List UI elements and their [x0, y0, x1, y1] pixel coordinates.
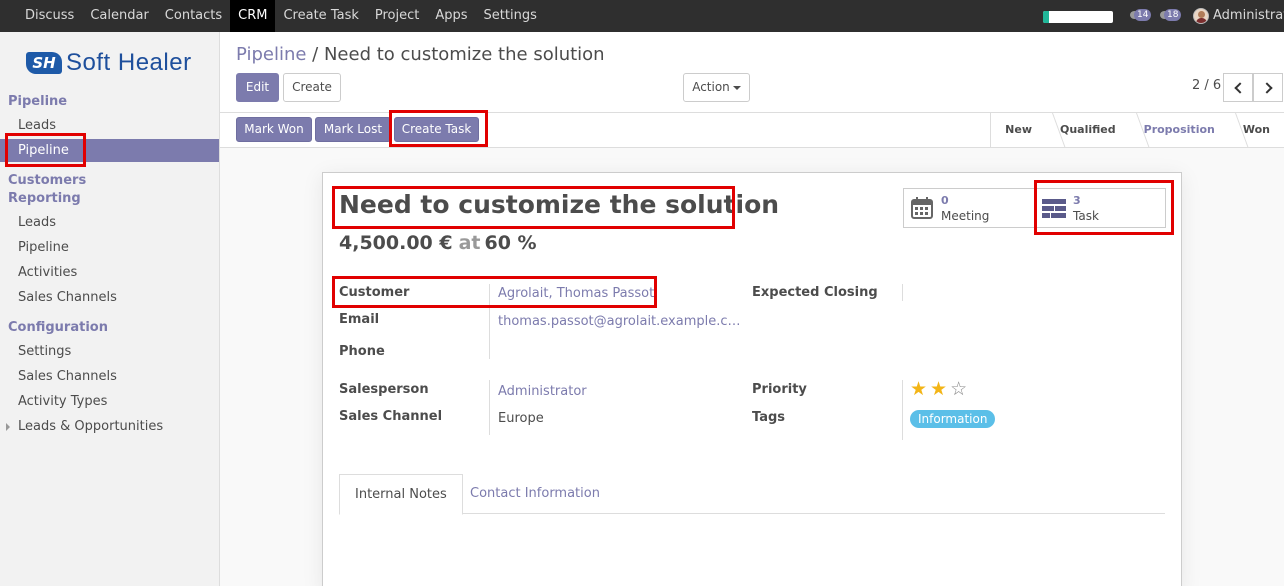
star-filled-icon[interactable]: ★ [910, 379, 927, 399]
activity-count-badge: 14 [1134, 9, 1152, 21]
menu-calendar[interactable]: Calendar [82, 0, 156, 32]
sidebar-item-leads[interactable]: Leads [0, 114, 219, 137]
menu-project[interactable]: Project [367, 0, 427, 32]
sidebar-item-sales-channels[interactable]: Sales Channels [0, 365, 219, 388]
tab-internal-notes[interactable]: Internal Notes [339, 474, 463, 515]
menu-crm[interactable]: CRM [230, 0, 276, 32]
onboarding-progress-bar[interactable] [1043, 11, 1113, 23]
user-avatar[interactable] [1193, 8, 1209, 24]
calendar-icon [911, 197, 933, 219]
menu-settings[interactable]: Settings [476, 0, 545, 32]
tasks-icon [1042, 199, 1066, 218]
create-task-button[interactable]: Create Task [394, 117, 479, 142]
logo-mark: SH [26, 52, 62, 74]
stage-new[interactable]: New [991, 113, 1046, 147]
priority-stars[interactable]: ★ ★ ☆ [910, 379, 967, 399]
user-menu[interactable]: Administrator [1213, 0, 1284, 32]
create-button[interactable]: Create [283, 73, 341, 102]
meeting-label: Meeting [941, 209, 990, 223]
sidebar-header-configuration[interactable]: Configuration [8, 320, 108, 335]
stage-qualified[interactable]: Qualified [1046, 113, 1130, 147]
sidebar-item-leads-opportunities[interactable]: Leads & Opportunities [0, 415, 219, 438]
field-divider [489, 380, 490, 435]
logo-text: Soft Healer [66, 49, 192, 76]
caret-right-icon [6, 423, 10, 431]
sidebar-item-report-sales-channels[interactable]: Sales Channels [0, 286, 219, 309]
sidebar-item-activity-types[interactable]: Activity Types [0, 390, 219, 413]
expected-revenue: 4,500.00 € at 60 % [339, 232, 537, 254]
sidebar-item-report-leads[interactable]: Leads [0, 211, 219, 234]
field-divider [902, 380, 903, 440]
star-empty-icon[interactable]: ☆ [950, 379, 967, 399]
probability-value: 60 % [484, 232, 537, 254]
pager-next-button[interactable] [1253, 73, 1283, 102]
breadcrumb-pipeline-link[interactable]: Pipeline [236, 44, 306, 65]
mark-lost-button[interactable]: Mark Lost [315, 117, 391, 142]
field-divider [902, 284, 903, 301]
stage-won[interactable]: Won [1229, 113, 1284, 147]
company-logo: SH Soft Healer [26, 49, 192, 76]
sidebar-header-pipeline[interactable]: Pipeline [8, 94, 67, 109]
priority-label: Priority [752, 382, 807, 397]
sidebar: SH Soft Healer Pipeline Leads Pipeline C… [0, 32, 220, 586]
tags-label: Tags [752, 410, 786, 425]
avatar-body [1196, 18, 1207, 23]
tab-contact-information[interactable]: Contact Information [455, 474, 615, 515]
phone-label: Phone [339, 344, 385, 359]
customer-label: Customer [339, 285, 410, 300]
avatar-head [1198, 11, 1205, 18]
sales-channel-label: Sales Channel [339, 409, 443, 424]
action-label: Action [692, 80, 730, 94]
sidebar-item-pipeline[interactable]: Pipeline [0, 139, 219, 162]
star-filled-icon[interactable]: ★ [930, 379, 947, 399]
opportunity-title: Need to customize the solution [339, 190, 780, 219]
stage-proposition[interactable]: Proposition [1130, 113, 1229, 147]
action-dropdown[interactable]: Action [683, 73, 750, 102]
breadcrumb-separator: / [306, 44, 324, 65]
stage-pipeline: New Qualified Proposition Won [990, 113, 1284, 147]
salesperson-field[interactable]: Administrator [498, 384, 587, 399]
sidebar-header-reporting[interactable]: Reporting [8, 191, 81, 206]
task-label: Task [1073, 209, 1099, 223]
field-divider [489, 284, 490, 359]
sidebar-item-leads-opportunities-label: Leads & Opportunities [18, 419, 164, 434]
sidebar-header-customers[interactable]: Customers [8, 173, 86, 188]
customer-field[interactable]: Agrolait, Thomas Passot [498, 286, 654, 301]
progress-fill [1043, 11, 1049, 23]
sidebar-item-activities[interactable]: Activities [0, 261, 219, 284]
at-label: at [458, 232, 481, 254]
message-count-badge: 18 [1164, 9, 1182, 21]
sidebar-item-report-pipeline[interactable]: Pipeline [0, 236, 219, 259]
caret-down-icon [732, 85, 741, 90]
sidebar-item-settings[interactable]: Settings [0, 340, 219, 363]
tag-badge[interactable]: Information [910, 410, 996, 428]
mark-won-button[interactable]: Mark Won [236, 117, 312, 142]
top-navbar: Discuss Calendar Contacts CRM Create Tas… [0, 0, 1284, 32]
meeting-count: 0 [941, 194, 949, 207]
pager-value[interactable]: 2 / 6 [1192, 78, 1221, 93]
email-label: Email [339, 312, 380, 327]
menu-create-task[interactable]: Create Task [275, 0, 366, 32]
menu-discuss[interactable]: Discuss [0, 0, 82, 32]
email-field[interactable]: thomas.passot@agrolait.example.c… [498, 314, 741, 329]
task-count: 3 [1073, 194, 1081, 207]
expected-closing-label: Expected Closing [752, 285, 878, 300]
task-smart-button[interactable]: 3 Task [1035, 188, 1166, 228]
breadcrumb-current: Need to customize the solution [323, 44, 605, 65]
meeting-smart-button[interactable]: 0 Meeting [903, 188, 1035, 228]
main-menu: Discuss Calendar Contacts CRM Create Tas… [0, 0, 545, 32]
revenue-amount: 4,500.00 € [339, 232, 453, 254]
sales-channel-field[interactable]: Europe [498, 411, 544, 426]
menu-apps[interactable]: Apps [427, 0, 475, 32]
pager-previous-button[interactable] [1223, 73, 1253, 102]
notebook-tabs: Internal Notes Contact Information [339, 474, 1165, 515]
menu-contacts[interactable]: Contacts [157, 0, 230, 32]
breadcrumb: Pipeline / Need to customize the solutio… [236, 44, 605, 65]
edit-button[interactable]: Edit [236, 73, 279, 102]
salesperson-label: Salesperson [339, 382, 429, 397]
